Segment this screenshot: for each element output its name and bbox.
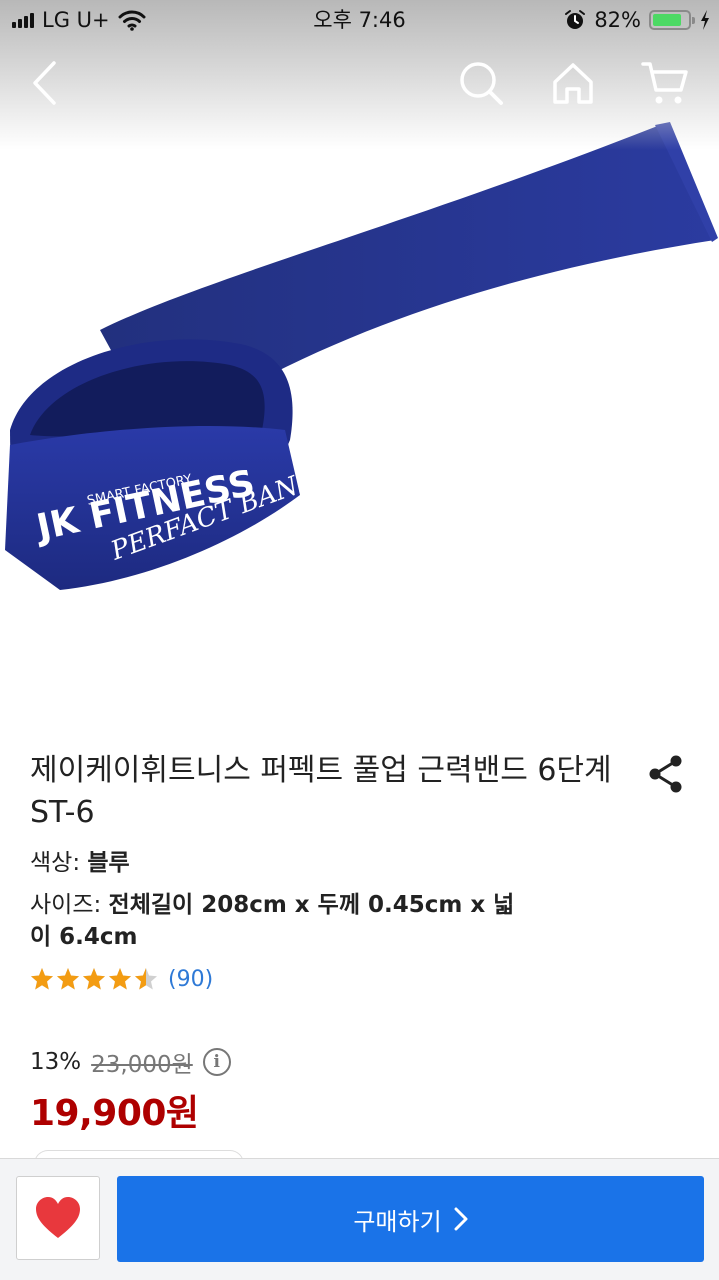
size-value-line2: 이 6.4cm — [30, 924, 138, 950]
battery-icon — [649, 10, 695, 30]
home-icon — [553, 63, 593, 104]
size-label: 사이즈: — [30, 892, 109, 918]
star-icon — [57, 968, 79, 990]
star-icon — [109, 968, 131, 990]
share-icon — [649, 755, 682, 793]
cart-icon — [641, 62, 688, 104]
chevron-right-icon — [454, 1207, 468, 1231]
size-option-cont: 이 6.4cm — [30, 921, 138, 953]
color-label: 색상: — [30, 850, 88, 876]
buy-button[interactable]: 구매하기 — [117, 1176, 704, 1262]
star-icon — [83, 968, 105, 990]
rating-stars — [30, 967, 158, 991]
star-icon — [135, 968, 157, 990]
share-button[interactable] — [645, 752, 687, 796]
battery-fill — [653, 14, 681, 26]
sale-price: 19,900원 — [30, 1093, 199, 1134]
cart-button[interactable] — [640, 58, 690, 108]
original-price: 23,000원 — [91, 1052, 193, 1078]
size-option: 사이즈: 전체길이 208cm x 두께 0.45cm x 넓 — [30, 889, 514, 921]
discount-row: 13% 23,000원 i — [30, 1045, 231, 1079]
buy-label: 구매하기 — [353, 1207, 442, 1236]
review-count[interactable]: (90) — [168, 967, 213, 992]
rating[interactable]: (90) — [30, 963, 213, 995]
star-icon — [31, 968, 53, 990]
back-icon — [33, 61, 56, 105]
search-button[interactable] — [456, 58, 506, 108]
discount-rate: 13% — [30, 1049, 82, 1075]
color-value: 블루 — [87, 850, 130, 876]
status-bar: LG U+ 오후 7:46 82% — [0, 0, 719, 40]
alarm-icon — [565, 10, 586, 29]
product-image: SMART FACTORY JK FITNESS PERFACT BAND — [5, 122, 718, 590]
heart-icon — [36, 1197, 80, 1238]
search-icon — [460, 62, 503, 105]
home-button[interactable] — [548, 58, 598, 108]
status-right: 82% — [564, 6, 711, 34]
back-button[interactable] — [20, 58, 70, 108]
wishlist-button[interactable] — [16, 1176, 100, 1260]
charging-icon — [701, 10, 709, 30]
product-title: 제이케이휘트니스 퍼펙트 풀업 근력밴드 6단계 ST-6 — [30, 753, 612, 830]
info-icon[interactable]: i — [202, 1048, 231, 1076]
battery-percent: 82% — [594, 8, 641, 32]
product-detail-page: SMART FACTORY JK FITNESS PERFACT BAND LG… — [0, 0, 719, 1280]
color-option: 색상: 블루 — [30, 847, 130, 879]
size-value-line1: 전체길이 208cm x 두께 0.45cm x 넓 — [108, 892, 515, 918]
